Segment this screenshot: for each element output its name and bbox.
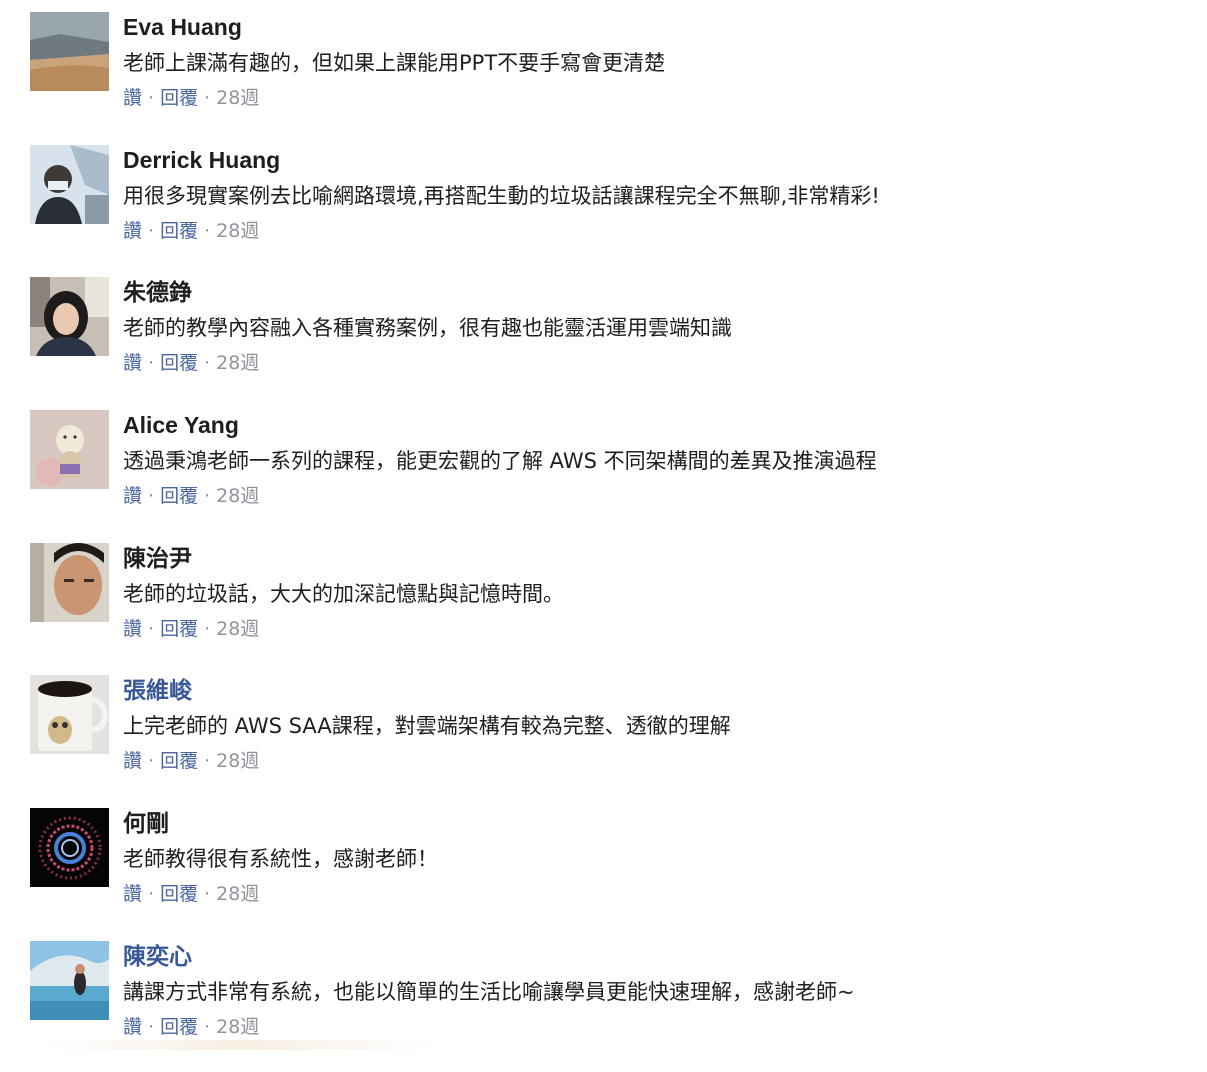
avatar[interactable] <box>30 277 109 357</box>
avatar-photo-toy <box>30 410 109 490</box>
comment-text: 上完老師的 AWS SAA課程，對雲端架構有較為完整、透徹的理解 <box>123 714 731 739</box>
reply-link[interactable]: 回覆 <box>160 87 198 109</box>
separator: · <box>148 219 155 242</box>
comment-text: 老師的垃圾話，大大的加深記憶點與記憶時間。 <box>123 581 564 606</box>
separator: · <box>204 1015 211 1038</box>
like-link[interactable]: 讚 <box>123 485 142 507</box>
commenter-name[interactable]: 陳奕心 <box>123 939 1190 973</box>
comment-item: Alice Yang 透過秉鴻老師一系列的課程，能更宏觀的了解 AWS 不同架構… <box>30 408 1190 541</box>
reply-link[interactable]: 回覆 <box>160 352 198 374</box>
timestamp[interactable]: 28週 <box>216 618 259 640</box>
separator: · <box>148 352 155 375</box>
comment-item: 陳治尹 老師的垃圾話，大大的加深記憶點與記憶時間。 讚 · 回覆 · 28週 <box>30 541 1190 674</box>
timestamp[interactable]: 28週 <box>216 220 259 242</box>
comment-item: Derrick Huang 用很多現實案例去比喻網路環境,再搭配生動的垃圾話讓課… <box>30 143 1190 276</box>
avatar[interactable] <box>30 542 109 622</box>
comment-item: 何剛 老師教得很有系統性，感謝老師！ 讚 · 回覆 · 28週 <box>30 806 1190 939</box>
comment-actions: 讚 · 回覆 · 28週 <box>123 1015 1190 1039</box>
commenter-name[interactable]: 朱德錚 <box>123 275 1190 309</box>
reply-link[interactable]: 回覆 <box>160 485 198 507</box>
separator: · <box>204 87 211 109</box>
comment-item: 張維峻 上完老師的 AWS SAA課程，對雲端架構有較為完整、透徹的理解 讚 · 回… <box>30 673 1190 806</box>
avatar[interactable] <box>30 144 109 224</box>
timestamp[interactable]: 28週 <box>216 1016 259 1038</box>
avatar-photo-man <box>30 542 109 622</box>
separator: · <box>148 485 155 508</box>
commenter-name[interactable]: Alice Yang <box>123 408 1190 442</box>
like-link[interactable]: 讚 <box>123 87 142 109</box>
separator: · <box>204 352 211 375</box>
avatar-photo-selfie-mask <box>30 144 109 224</box>
separator: · <box>204 219 211 242</box>
separator: · <box>204 485 211 508</box>
comment-actions: 讚 · 回覆 · 28週 <box>123 617 1190 641</box>
reply-link[interactable]: 回覆 <box>160 883 198 905</box>
avatar[interactable] <box>30 12 109 91</box>
separator: · <box>148 87 155 109</box>
timestamp[interactable]: 28週 <box>216 87 259 109</box>
avatar[interactable] <box>30 675 109 755</box>
timestamp[interactable]: 28週 <box>216 883 259 905</box>
separator: · <box>148 617 155 640</box>
commenter-name[interactable]: 何剛 <box>123 806 1190 840</box>
commenter-name[interactable]: 張維峻 <box>123 673 1190 707</box>
like-link[interactable]: 讚 <box>123 750 142 772</box>
comment-text: 透過秉鴻老師一系列的課程，能更宏觀的了解 AWS 不同架構間的差異及推演過程 <box>123 449 877 474</box>
avatar-photo-beach <box>30 12 109 91</box>
separator: · <box>204 750 211 773</box>
timestamp[interactable]: 28週 <box>216 352 259 374</box>
comment-actions: 讚 · 回覆 · 28週 <box>123 484 1190 508</box>
comment-actions: 讚 · 回覆 · 28週 <box>123 882 1190 906</box>
reply-link[interactable]: 回覆 <box>160 220 198 242</box>
comment-list: Eva Huang 老師上課滿有趣的，但如果上課能用PPT不要手寫會更清楚 讚 ·… <box>30 10 1190 1072</box>
comment-text: 講課方式非常有系統，也能以簡單的生活比喻讓學員更能快速理解，感謝老師~ <box>123 979 855 1004</box>
separator: · <box>204 883 211 906</box>
separator: · <box>204 617 211 640</box>
avatar-photo-spiral <box>30 808 109 888</box>
separator: · <box>148 883 155 906</box>
comment-text: 老師教得很有系統性，感謝老師！ <box>123 847 438 872</box>
comment-item: 朱德錚 老師的教學內容融入各種實務案例，很有趣也能靈活運用雲端知識 讚 · 回覆 · 2… <box>30 275 1190 408</box>
avatar-photo-coffee-mug <box>30 675 109 755</box>
like-link[interactable]: 讚 <box>123 352 142 374</box>
comment-actions: 讚 · 回覆 · 28週 <box>123 219 1190 243</box>
like-link[interactable]: 讚 <box>123 618 142 640</box>
like-link[interactable]: 讚 <box>123 1016 142 1038</box>
comment-item: Eva Huang 老師上課滿有趣的，但如果上課能用PPT不要手寫會更清楚 讚 ·… <box>30 10 1190 143</box>
reply-link[interactable]: 回覆 <box>160 750 198 772</box>
commenter-name[interactable]: Derrick Huang <box>123 143 1190 177</box>
like-link[interactable]: 讚 <box>123 883 142 905</box>
reply-link[interactable]: 回覆 <box>160 1016 198 1038</box>
comment-text: 老師上課滿有趣的，但如果上課能用PPT不要手寫會更清楚 <box>123 51 666 75</box>
avatar[interactable] <box>30 808 109 888</box>
separator: · <box>148 1015 155 1038</box>
comment-text: 用很多現實案例去比喻網路環境,再搭配生動的垃圾話讓課程完全不無聊,非常精彩! <box>123 183 880 208</box>
reply-link[interactable]: 回覆 <box>160 618 198 640</box>
comment-text: 老師的教學內容融入各種實務案例，很有趣也能靈活運用雲端知識 <box>123 316 732 341</box>
avatar[interactable] <box>30 940 109 1020</box>
comment-actions: 讚 · 回覆 · 28週 <box>123 351 1190 375</box>
comment-actions: 讚 · 回覆 · 28週 <box>123 749 1190 773</box>
comment-item: 陳奕心 講課方式非常有系統，也能以簡單的生活比喻讓學員更能快速理解，感謝老師~ … <box>30 939 1190 1072</box>
commenter-name[interactable]: Eva Huang <box>123 10 1190 44</box>
timestamp[interactable]: 28週 <box>216 750 259 772</box>
avatar-photo-pool <box>30 940 109 1020</box>
avatar[interactable] <box>30 410 109 490</box>
timestamp[interactable]: 28週 <box>216 485 259 507</box>
like-link[interactable]: 讚 <box>123 220 142 242</box>
commenter-name[interactable]: 陳治尹 <box>123 541 1190 575</box>
comment-actions: 讚 · 回覆 · 28週 <box>123 86 1190 110</box>
avatar-photo-woman <box>30 277 109 357</box>
separator: · <box>148 750 155 773</box>
bottom-fade <box>40 1040 440 1050</box>
